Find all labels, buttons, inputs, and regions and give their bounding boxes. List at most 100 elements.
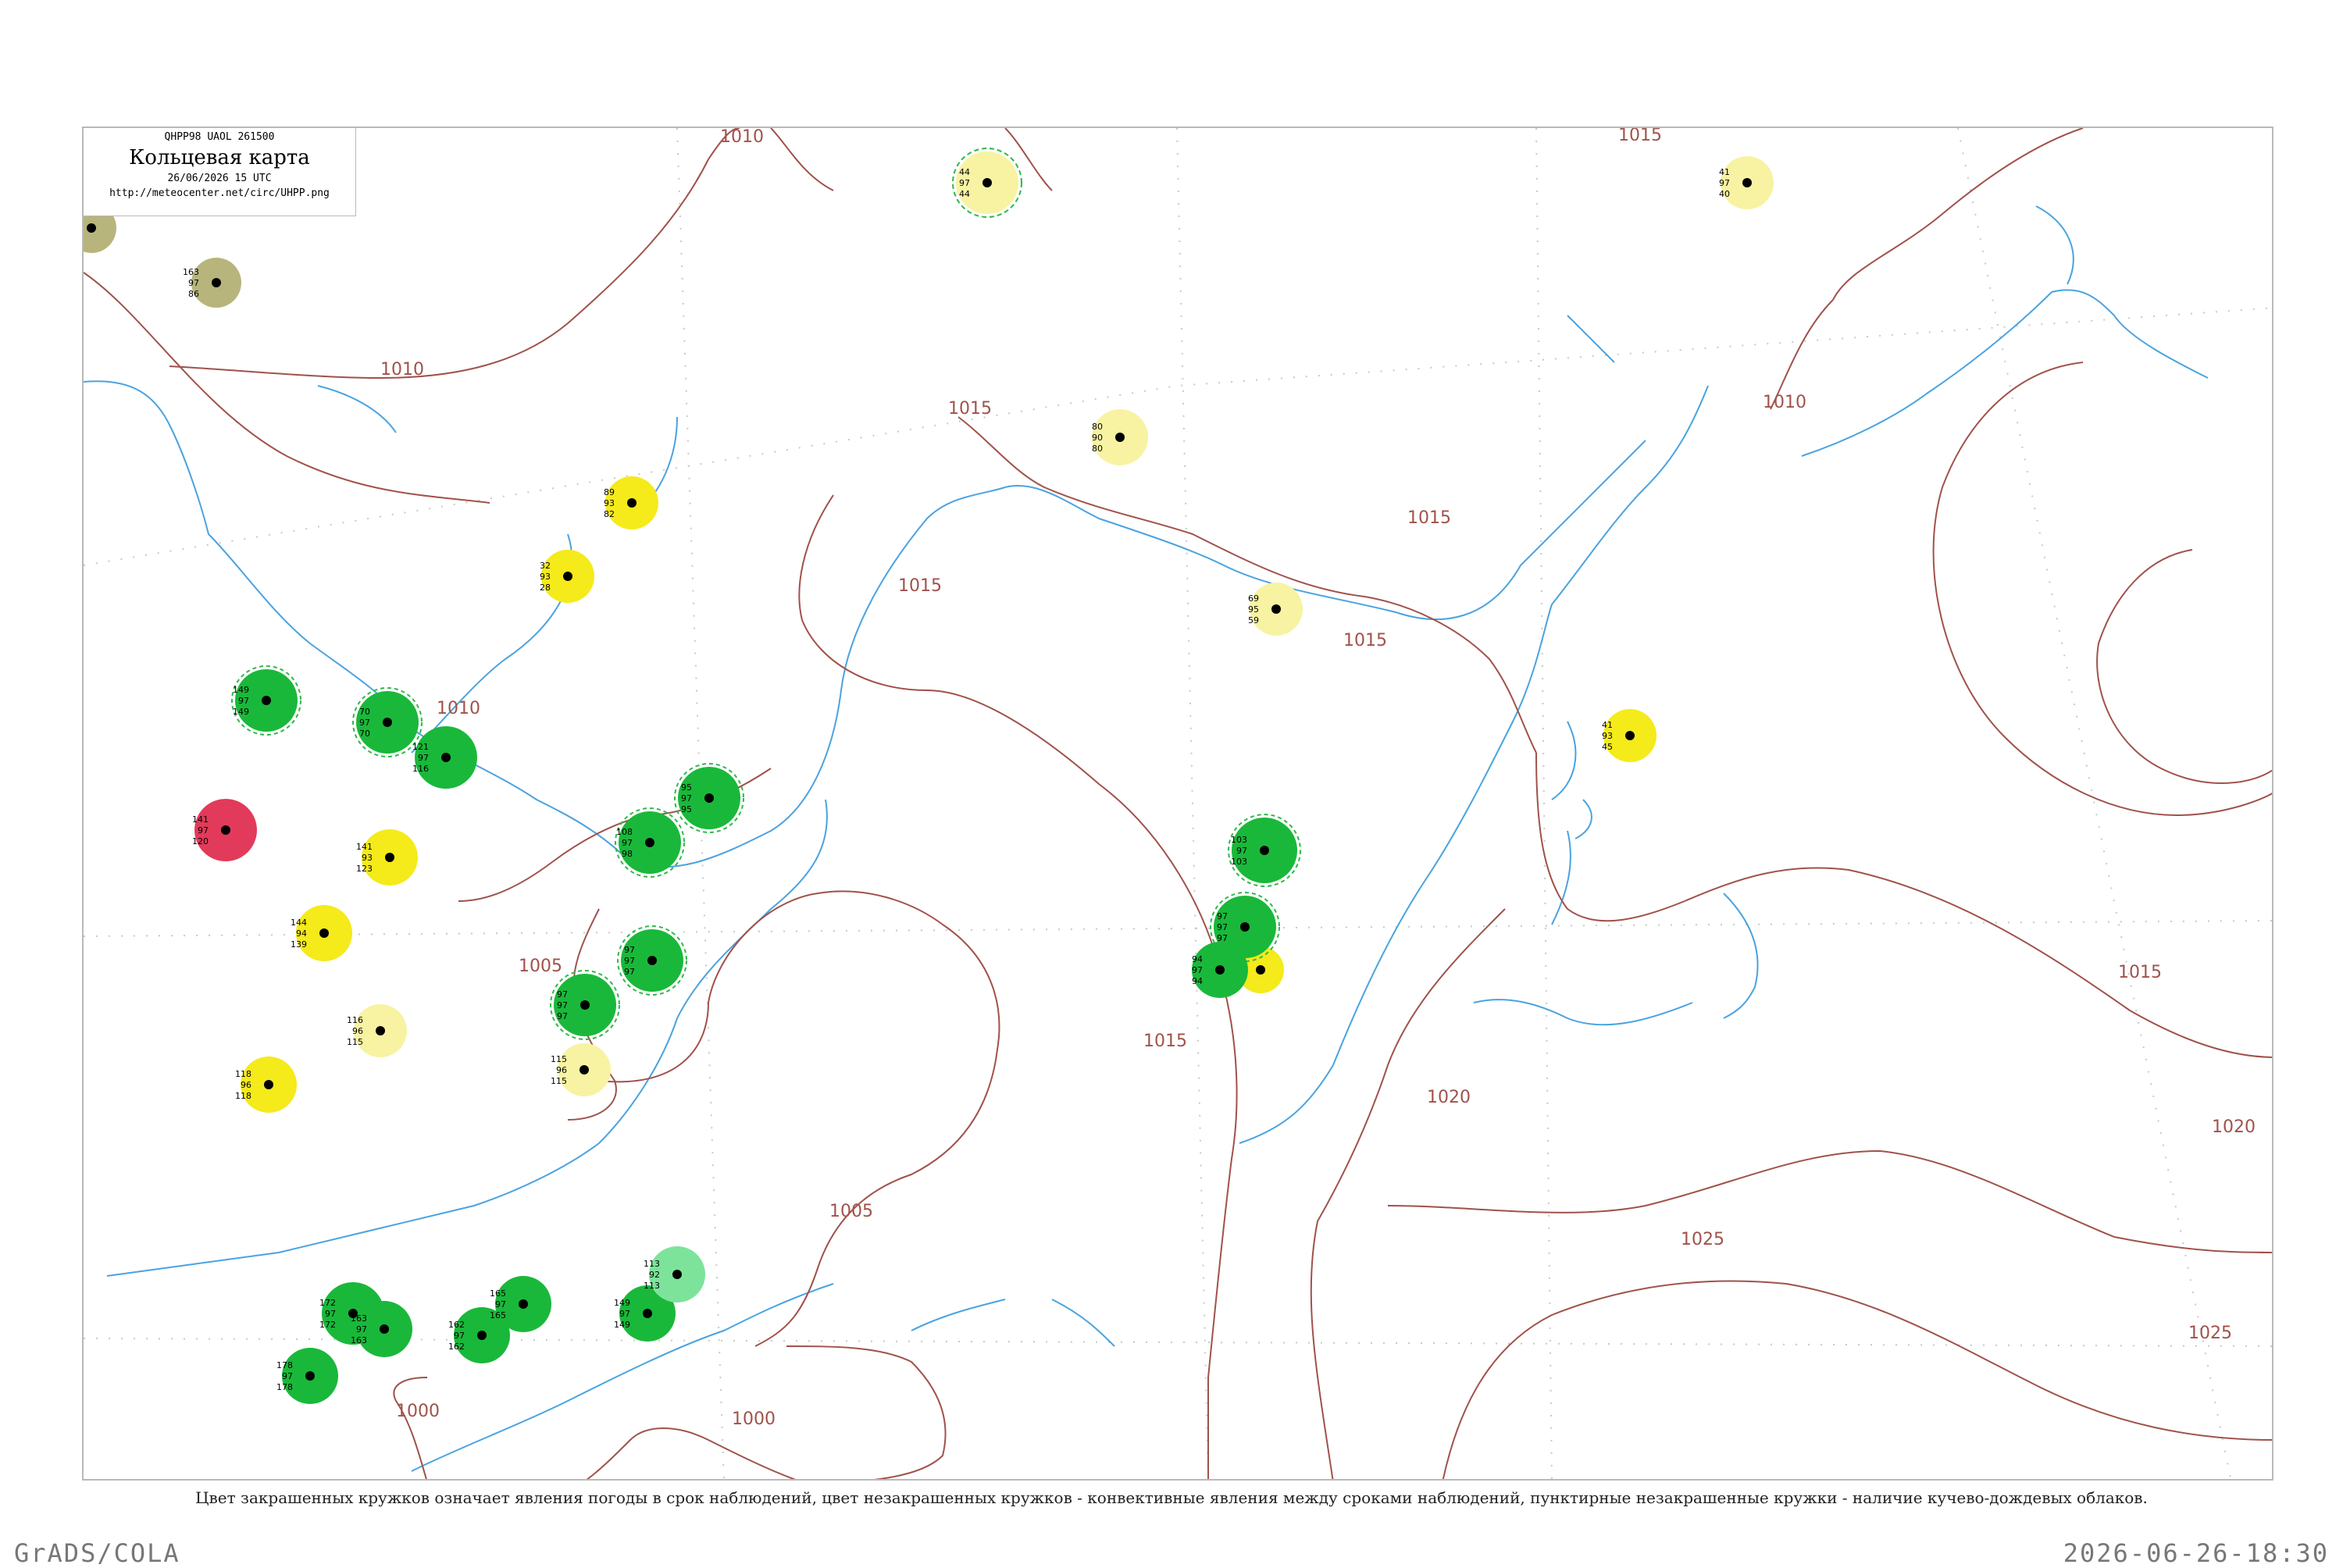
isobar-label: 1015: [1407, 508, 1451, 528]
station-marker[interactable]: 14997149: [231, 665, 301, 736]
station-value: 97: [1192, 965, 1203, 975]
station-marker[interactable]: 11696115: [347, 1004, 407, 1057]
station-value: 149: [614, 1298, 630, 1308]
station-value: 141: [356, 842, 373, 852]
station-marker[interactable]: 809080: [1092, 409, 1148, 465]
isobar-label: 1015: [1343, 631, 1387, 650]
station-marker[interactable]: 979797: [617, 925, 687, 996]
station-value: 97: [325, 1309, 336, 1319]
station-value: 93: [540, 572, 551, 582]
station-value: 97: [1217, 911, 1228, 921]
station-value: 28: [540, 583, 551, 593]
station-dot: [645, 838, 654, 847]
station-value: 86: [188, 289, 199, 299]
station-value: 165: [490, 1288, 506, 1299]
station-value: 92: [649, 1270, 660, 1280]
station-marker[interactable]: 959795: [674, 763, 744, 833]
station-marker[interactable]: 979797: [550, 970, 620, 1040]
isobar-label: 1010: [720, 128, 764, 147]
map-date: 26/06/2026 15 UTC: [167, 173, 272, 184]
isobars: [84, 128, 2272, 1479]
isobar-label: 1020: [2212, 1117, 2256, 1137]
station-marker[interactable]: 699559: [1248, 583, 1303, 636]
station-value: 45: [1602, 742, 1613, 752]
station-marker[interactable]: 10397103: [1228, 814, 1301, 887]
station-marker[interactable]: 449744: [952, 148, 1022, 218]
isobar-label: 1000: [732, 1409, 776, 1429]
station-dot: [1115, 433, 1125, 442]
isobar-label: 1010: [1763, 393, 1806, 412]
station-marker[interactable]: 899382: [604, 476, 658, 529]
station-marker[interactable]: 14494139: [291, 905, 352, 961]
station-dot: [563, 572, 572, 581]
map-title-box: QHPP98 UAOL 261500 Кольцевая карта 26/06…: [84, 128, 356, 216]
station-marker[interactable]: 17897178: [276, 1348, 338, 1404]
bulletin-code: QHPP98 UAOL 261500: [164, 131, 275, 143]
station-dot: [319, 928, 329, 938]
station-dot: [477, 1331, 487, 1340]
isobar-label: 1020: [1427, 1088, 1471, 1107]
station-value: 144: [291, 918, 307, 928]
station-value: 97: [1217, 922, 1228, 932]
station-value: 59: [1248, 615, 1259, 625]
station-dot: [441, 753, 451, 762]
station-dot: [627, 498, 637, 508]
station-value: 82: [604, 509, 615, 519]
station-value: 115: [551, 1076, 567, 1086]
station-value: 97: [959, 178, 970, 188]
station-value: 80: [1092, 422, 1103, 432]
station-marker[interactable]: 949794: [1192, 942, 1248, 998]
map-url: http://meteocenter.net/circ/UHPP.png: [109, 187, 330, 199]
station-marker[interactable]: 419345: [1602, 709, 1657, 762]
station-value: 163: [183, 267, 199, 277]
station-marker[interactable]: 709770: [352, 687, 423, 757]
footer-timestamp: 2026-06-26-18:30: [2063, 1538, 2329, 1568]
station-value: 97: [619, 1309, 630, 1319]
station-dot: [262, 696, 271, 705]
station-dot: [264, 1080, 273, 1089]
station-dot: [519, 1299, 528, 1309]
station-dot: [380, 1324, 389, 1334]
station-value: 93: [604, 498, 615, 508]
isobar-label: 1015: [948, 399, 992, 419]
station-value: 89: [604, 487, 615, 497]
station-value: 96: [352, 1026, 363, 1036]
station-value: 93: [362, 853, 373, 863]
station-marker[interactable]: 329328: [540, 550, 594, 603]
station-dot: [1271, 604, 1281, 614]
station-marker[interactable]: 14197120: [192, 799, 257, 861]
isobar-label: 1015: [898, 576, 942, 596]
station-marker[interactable]: 14193123: [356, 829, 418, 886]
station-value: 98: [622, 849, 633, 859]
station-value: 103: [1231, 857, 1247, 867]
station-value: 118: [235, 1069, 251, 1079]
station-value: 94: [296, 928, 307, 939]
station-value: 97: [557, 1011, 568, 1021]
station-value: 113: [644, 1281, 660, 1291]
station-markers: 1779760163978644974441974080908089938232…: [84, 148, 1774, 1404]
station-value: 70: [359, 729, 370, 739]
station-value: 118: [235, 1091, 251, 1101]
station-value: 149: [233, 707, 249, 717]
isobar-label: 1010: [380, 360, 424, 380]
station-value: 115: [347, 1037, 363, 1047]
station-dot: [383, 718, 392, 727]
isobar-label: 1005: [519, 957, 562, 976]
station-value: 165: [490, 1310, 506, 1320]
station-value: 97: [454, 1331, 465, 1341]
station-value: 97: [356, 1324, 367, 1335]
station-dot: [305, 1371, 315, 1381]
station-dot: [87, 223, 96, 233]
station-value: 97: [198, 825, 209, 836]
station-marker[interactable]: 419740: [1719, 156, 1774, 209]
station-value: 94: [1192, 976, 1203, 986]
station-value: 40: [1719, 189, 1730, 199]
station-value: 44: [959, 167, 970, 177]
station-value: 149: [614, 1320, 630, 1330]
station-marker[interactable]: 11896118: [235, 1057, 297, 1113]
station-value: 96: [556, 1065, 567, 1075]
station-marker[interactable]: 1639786: [183, 258, 241, 308]
station-marker[interactable]: 11596115: [551, 1043, 611, 1096]
station-value: 97: [495, 1299, 506, 1310]
station-value: 162: [448, 1320, 465, 1330]
